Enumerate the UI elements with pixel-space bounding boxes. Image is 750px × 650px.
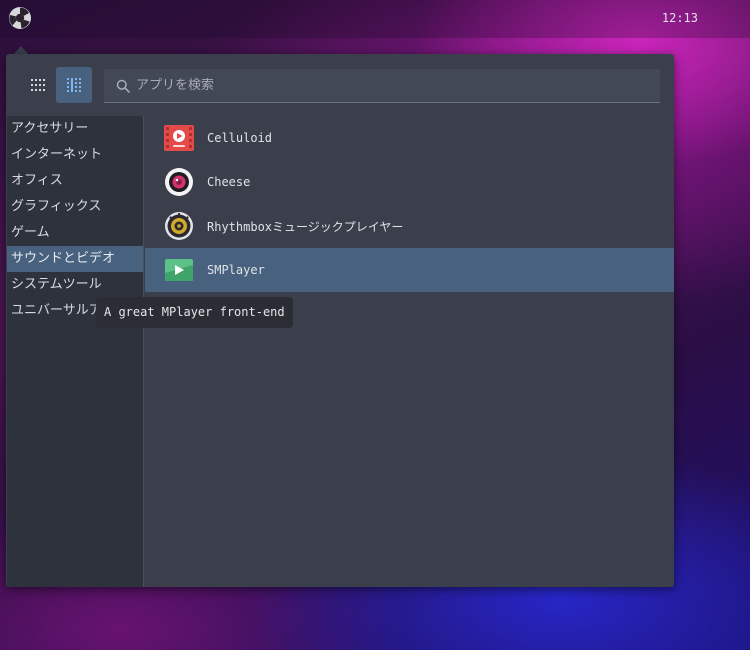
category-internet[interactable]: インターネット	[7, 142, 143, 168]
app-name: Rhythmboxミュージックプレイヤー	[207, 219, 404, 234]
category-accessories[interactable]: アクセサリー	[7, 116, 143, 142]
start-menu-button[interactable]	[8, 6, 32, 30]
list-view-button[interactable]	[56, 67, 92, 103]
category-graphics[interactable]: グラフィックス	[7, 194, 143, 220]
cheese-icon	[163, 166, 195, 198]
category-system-tools[interactable]: システムツール	[7, 272, 143, 298]
app-item-cheese[interactable]: Cheese	[145, 160, 674, 204]
category-games[interactable]: ゲーム	[7, 220, 143, 246]
app-item-celluloid[interactable]: Celluloid	[145, 116, 674, 160]
celluloid-icon	[163, 122, 195, 154]
distro-logo-icon	[9, 7, 31, 29]
search-icon	[116, 79, 130, 93]
smplayer-icon	[163, 254, 195, 286]
search-box[interactable]	[104, 69, 660, 103]
app-name: Cheese	[207, 175, 251, 189]
app-name: Celluloid	[207, 131, 273, 145]
list-view-icon	[67, 78, 81, 92]
category-sound-video[interactable]: サウンドとビデオ	[7, 246, 143, 272]
rhythmbox-icon	[163, 210, 195, 242]
app-name: SMPlayer	[207, 263, 265, 277]
category-list: アクセサリー インターネット オフィス グラフィックス ゲーム サウンドとビデオ…	[7, 116, 144, 587]
app-tooltip: A great MPlayer front-end	[96, 297, 293, 328]
grid-view-button[interactable]	[20, 67, 56, 103]
app-item-smplayer[interactable]: SMPlayer	[145, 248, 674, 292]
search-input[interactable]	[136, 78, 616, 93]
category-office[interactable]: オフィス	[7, 168, 143, 194]
app-list: Celluloid Cheese Rhythmboxミュージックプレイヤー SM…	[145, 116, 674, 587]
clock[interactable]: 12:13	[662, 11, 698, 25]
top-panel: 12:13	[0, 0, 750, 38]
app-item-rhythmbox[interactable]: Rhythmboxミュージックプレイヤー	[145, 204, 674, 248]
grid-view-icon	[31, 79, 45, 91]
